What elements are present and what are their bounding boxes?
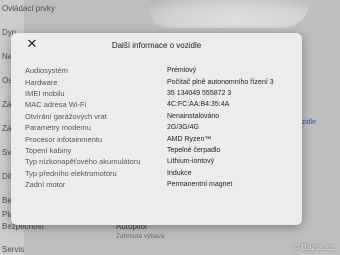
- info-label: Topení kabiny: [25, 145, 72, 155]
- autopilot-sub: Zahrnutá výbava: [116, 233, 165, 240]
- sidebar-item-controls[interactable]: Ovládací prvky: [2, 4, 55, 13]
- info-value: Počítač plně autonomního řízení 3: [167, 78, 274, 86]
- info-value: Permanentní magnet: [167, 181, 233, 189]
- info-value: AMD Ryzen™: [167, 135, 212, 143]
- info-value: Indukce: [167, 169, 192, 177]
- info-table: Audiosystém Prémiový Hardware Počítač plně…: [25, 65, 295, 190]
- info-row: Otvírání garážových vrat Nenainstalováno: [25, 111, 295, 122]
- info-value: 4C:FC:AA:B4:35:4A: [167, 101, 230, 109]
- info-row: Topení kabiny Tepelné čerpadlo: [25, 145, 295, 156]
- info-label: Hardware: [25, 77, 58, 87]
- info-label: Typ nízkonapěťového akumulátoru: [25, 157, 141, 167]
- info-row: MAC adresa Wi-Fi 4C:FC:AA:B4:35:4A: [25, 99, 295, 110]
- info-value: 2G/3G/4G: [167, 124, 199, 132]
- info-label: Procesor infotainmentu: [25, 134, 103, 144]
- info-row: Hardware Počítač plně autonomního řízení …: [25, 76, 295, 87]
- vehicle-info-modal: ✕ Další informace o vozidle Audiosystém P…: [11, 33, 302, 225]
- info-value: Tepelné čerpadlo: [167, 146, 221, 154]
- info-row: Procesor infotainmentu AMD Ryzen™: [25, 133, 295, 144]
- info-row: Typ nízkonapěťového akumulátoru Lithium-i…: [25, 156, 295, 167]
- info-label: MAC adresa Wi-Fi: [25, 100, 87, 110]
- info-value: Lithium-iontový: [167, 158, 215, 166]
- info-row: Audiosystém Prémiový: [25, 65, 295, 76]
- info-label: Audiosystém: [25, 66, 68, 76]
- info-row: Typ předního elektromotoru Indukce: [25, 168, 295, 179]
- info-label: Zadní motor: [25, 180, 66, 190]
- watermark: © Bazos.cz: [293, 243, 334, 252]
- info-value: Nenainstalováno: [167, 112, 220, 120]
- info-row: Parametry modemu 2G/3G/4G: [25, 122, 295, 133]
- info-label: IMEI mobilu: [25, 88, 65, 98]
- info-label: Parametry modemu: [25, 123, 91, 133]
- info-value: Prémiový: [167, 67, 197, 75]
- info-row: IMEI mobilu 35 134049 555872 3: [25, 88, 295, 99]
- sidebar-item-service[interactable]: Servis: [2, 245, 24, 254]
- info-value: 35 134049 555872 3: [167, 89, 232, 97]
- info-label: Otvírání garážových vrat: [25, 111, 107, 121]
- modal-title: Další informace o vozidle: [111, 41, 202, 50]
- info-row: Zadní motor Permanentní magnet: [25, 179, 295, 190]
- info-label: Typ předního elektromotoru: [25, 168, 117, 178]
- car-image: [150, 0, 310, 28]
